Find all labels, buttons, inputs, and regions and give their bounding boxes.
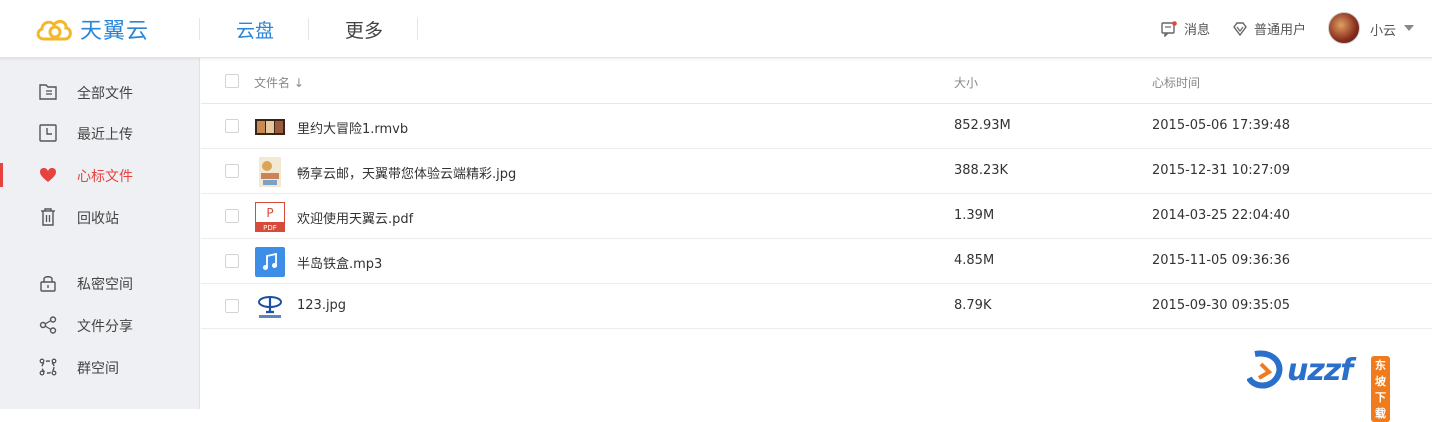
sidebar-item-file-share[interactable]: 文件分享 bbox=[0, 307, 200, 343]
file-time: 2015-11-05 09:36:36 bbox=[1152, 253, 1291, 268]
column-header-time[interactable]: 心标时间 bbox=[1152, 74, 1200, 91]
watermark-text: uzzf bbox=[1287, 352, 1353, 388]
divider bbox=[417, 18, 418, 40]
file-time: 2015-05-06 17:39:48 bbox=[1152, 118, 1291, 133]
group-icon bbox=[38, 357, 58, 377]
message-icon bbox=[1161, 20, 1177, 37]
watermark-logo-icon bbox=[1247, 350, 1283, 389]
sidebar-item-label: 回收站 bbox=[77, 211, 119, 227]
sidebar-item-label: 心标文件 bbox=[77, 169, 133, 185]
divider bbox=[199, 18, 200, 40]
messages-link[interactable]: 消息 bbox=[1161, 19, 1210, 38]
nav-cloud-disk[interactable]: 云盘 bbox=[236, 16, 274, 43]
chevron-down-icon[interactable] bbox=[1404, 25, 1414, 31]
share-icon bbox=[38, 315, 58, 335]
video-thumb-icon bbox=[255, 119, 285, 135]
table-header: 文件名 ↓ 大小 心标时间 bbox=[201, 58, 1432, 104]
select-all-checkbox[interactable] bbox=[225, 74, 239, 88]
nav-more[interactable]: 更多 bbox=[345, 16, 383, 43]
music-icon bbox=[255, 247, 285, 277]
row-checkbox[interactable] bbox=[225, 209, 239, 223]
top-bar: 天翼云 云盘 更多 消息 普通用户 小云 bbox=[0, 0, 1432, 58]
sidebar-item-recycle-bin[interactable]: 回收站 bbox=[0, 199, 200, 235]
watermark: uzzf 东坡下载 bbox=[1247, 348, 1390, 422]
pdf-icon: P PDF bbox=[255, 202, 285, 232]
table-row[interactable]: 畅享云邮，天翼带您体验云端精彩.jpg 388.23K 2015-12-31 1… bbox=[201, 149, 1432, 194]
heart-icon bbox=[38, 165, 58, 185]
table-row[interactable]: 123.jpg 8.79K 2015-09-30 09:35:05 bbox=[201, 284, 1432, 329]
sidebar-item-label: 群空间 bbox=[77, 361, 119, 377]
user-level[interactable]: 普通用户 bbox=[1233, 19, 1306, 38]
svg-text:P: P bbox=[266, 206, 273, 220]
sidebar-item-recent[interactable]: 最近上传 bbox=[0, 115, 200, 151]
cloud-logo-icon bbox=[36, 19, 72, 41]
clock-icon bbox=[38, 123, 58, 143]
file-name[interactable]: 欢迎使用天翼云.pdf bbox=[297, 208, 413, 227]
file-size: 852.93M bbox=[954, 118, 1011, 133]
logo-text: 天翼云 bbox=[80, 19, 150, 44]
user-level-label: 普通用户 bbox=[1254, 23, 1307, 38]
folder-icon bbox=[38, 82, 58, 102]
file-size: 8.79K bbox=[954, 298, 992, 313]
sidebar-item-label: 私密空间 bbox=[77, 277, 133, 293]
file-name[interactable]: 畅享云邮，天翼带您体验云端精彩.jpg bbox=[297, 163, 516, 182]
sidebar-item-label: 最近上传 bbox=[77, 127, 133, 143]
file-name[interactable]: 123.jpg bbox=[297, 298, 346, 313]
sidebar-item-label: 文件分享 bbox=[77, 319, 133, 335]
file-time: 2015-09-30 09:35:05 bbox=[1152, 298, 1291, 313]
sidebar: 全部文件 最近上传 心标文件 回收站 私密空间 文件分享 群空间 bbox=[0, 58, 200, 409]
file-name[interactable]: 里约大冒险1.rmvb bbox=[297, 118, 408, 137]
messages-label: 消息 bbox=[1184, 23, 1211, 38]
row-checkbox[interactable] bbox=[225, 299, 239, 313]
file-time: 2014-03-25 22:04:40 bbox=[1152, 208, 1291, 223]
table-row[interactable]: 里约大冒险1.rmvb 852.93M 2015-05-06 17:39:48 bbox=[201, 104, 1432, 149]
watermark-badge: 东坡下载 bbox=[1371, 356, 1390, 422]
file-size: 1.39M bbox=[954, 208, 995, 223]
row-checkbox[interactable] bbox=[225, 119, 239, 133]
row-checkbox[interactable] bbox=[225, 164, 239, 178]
sidebar-item-private-space[interactable]: 私密空间 bbox=[0, 265, 200, 301]
file-time: 2015-12-31 10:27:09 bbox=[1152, 163, 1291, 178]
column-header-name-label: 文件名 bbox=[254, 76, 291, 90]
file-size: 388.23K bbox=[954, 163, 1009, 178]
lock-icon bbox=[38, 273, 58, 293]
file-size: 4.85M bbox=[954, 253, 995, 268]
trash-icon bbox=[38, 207, 58, 227]
image-thumb-icon bbox=[259, 157, 281, 187]
divider bbox=[308, 18, 309, 40]
table-row[interactable]: P PDF 欢迎使用天翼云.pdf 1.39M 2014-03-25 22:04… bbox=[201, 194, 1432, 239]
column-header-size[interactable]: 大小 bbox=[954, 74, 978, 91]
telecom-logo-icon bbox=[258, 296, 282, 318]
avatar[interactable] bbox=[1328, 12, 1360, 44]
diamond-icon bbox=[1233, 21, 1247, 36]
sort-arrow-icon: ↓ bbox=[293, 76, 304, 90]
sidebar-item-all-files[interactable]: 全部文件 bbox=[0, 74, 200, 110]
sidebar-item-label: 全部文件 bbox=[77, 86, 133, 102]
file-name[interactable]: 半岛铁盒.mp3 bbox=[297, 253, 382, 272]
column-header-name[interactable]: 文件名 ↓ bbox=[254, 74, 304, 91]
svg-text:PDF: PDF bbox=[263, 224, 277, 232]
sidebar-item-group-space[interactable]: 群空间 bbox=[0, 349, 200, 385]
table-row[interactable]: 半岛铁盒.mp3 4.85M 2015-11-05 09:36:36 bbox=[201, 239, 1432, 284]
username[interactable]: 小云 bbox=[1370, 20, 1396, 39]
sidebar-item-favorites[interactable]: 心标文件 bbox=[0, 157, 200, 193]
logo[interactable]: 天翼云 bbox=[34, 13, 149, 45]
row-checkbox[interactable] bbox=[225, 254, 239, 268]
